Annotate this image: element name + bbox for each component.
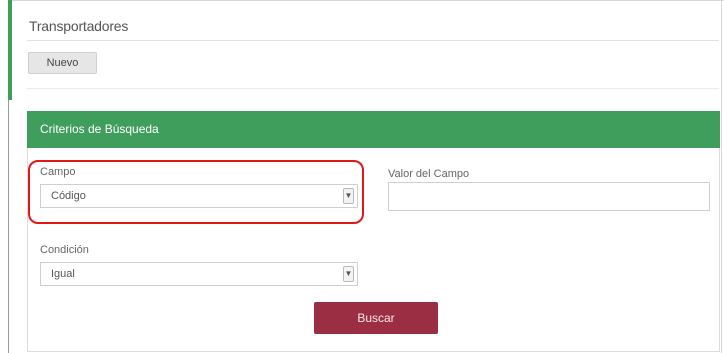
condition-select-value: Igual — [51, 268, 75, 280]
condition-select[interactable]: Igual ▼ — [40, 262, 358, 286]
highlight-annotation — [28, 160, 364, 224]
frame-left-border — [8, 100, 9, 353]
divider — [27, 88, 719, 89]
frame-right-border — [721, 0, 722, 353]
condition-label: Condición — [40, 244, 89, 256]
search-button[interactable]: Buscar — [314, 302, 438, 334]
page-title: Transportadores — [29, 18, 129, 34]
frame-top-border — [8, 0, 724, 1]
divider — [27, 40, 719, 41]
field-value-input[interactable] — [388, 182, 710, 211]
frame-left-accent — [8, 0, 12, 100]
new-button[interactable]: Nuevo — [28, 52, 97, 74]
chevron-down-icon: ▼ — [343, 266, 354, 282]
panel-title: Criterios de Búsqueda — [40, 122, 159, 136]
field-value-label: Valor del Campo — [388, 168, 470, 180]
